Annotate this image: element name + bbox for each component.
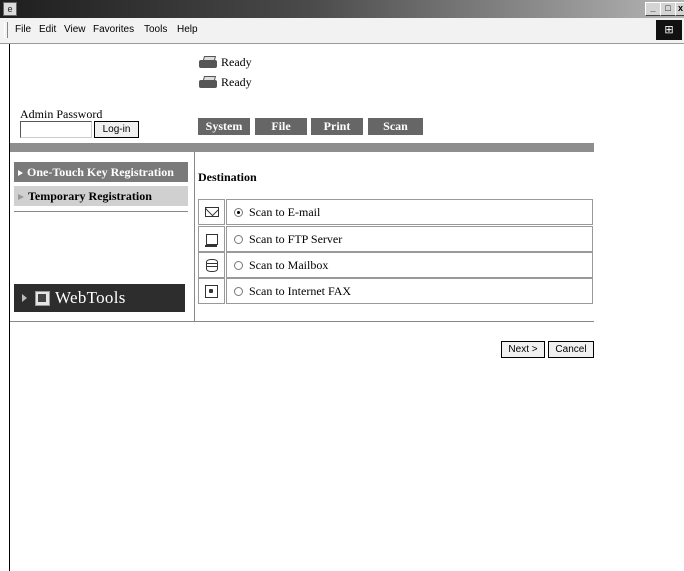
tab-file[interactable]: File (255, 118, 307, 135)
cancel-button[interactable]: Cancel (548, 341, 594, 358)
database-icon (198, 252, 225, 278)
computer-icon (198, 226, 225, 252)
sidebar-divider (14, 211, 188, 212)
arrow-right-icon (22, 294, 27, 302)
scanner-status-text: Ready (221, 74, 252, 89)
webtools-label: WebTools (55, 288, 126, 307)
scan-to-ftp-label: Scan to FTP Server (249, 231, 343, 246)
windows-logo-icon: ⊞ (656, 20, 682, 40)
webtools-logo-icon (35, 290, 50, 306)
sidebar-item-one-touch-key-registration[interactable]: One-Touch Key Registration (14, 162, 188, 182)
menu-help[interactable]: Help (177, 24, 198, 35)
tab-print[interactable]: Print (311, 118, 363, 135)
menu-favorites[interactable]: Favorites (93, 24, 134, 35)
sidebar-item-temporary-registration[interactable]: Temporary Registration (14, 186, 188, 206)
destination-title: Destination (198, 170, 257, 184)
envelope-icon (198, 199, 225, 225)
scan-to-email-label: Scan to E-mail (249, 204, 321, 219)
next-button[interactable]: Next > (501, 341, 545, 358)
destination-row-internet-fax: Scan to Internet FAX (198, 278, 594, 304)
maximize-button[interactable]: □ (660, 2, 676, 16)
title-bar: e _ □ x (0, 0, 684, 18)
content-divider (10, 321, 594, 322)
ie-icon: e (3, 2, 17, 16)
printer-status: Ready (198, 53, 252, 71)
scan-to-internet-fax-label: Scan to Internet FAX (249, 283, 352, 298)
window-left-border (9, 44, 10, 571)
scan-to-ftp-radio[interactable] (234, 234, 243, 244)
vertical-divider (194, 152, 195, 322)
menu-edit[interactable]: Edit (39, 24, 56, 35)
close-button[interactable]: x (675, 2, 684, 16)
menu-tools[interactable]: Tools (144, 24, 167, 35)
scan-to-email-radio[interactable] (234, 207, 243, 217)
scan-to-internet-fax-option[interactable]: Scan to Internet FAX (226, 278, 593, 304)
tab-scan[interactable]: Scan (368, 118, 423, 135)
admin-password-label: Admin Password (20, 107, 103, 121)
arrow-right-icon (18, 169, 23, 176)
printer-status-text: Ready (221, 54, 252, 69)
scan-to-email-option[interactable]: Scan to E-mail (226, 199, 593, 225)
webtools-banner[interactable]: WebTools (14, 284, 185, 312)
header-divider-band (10, 143, 594, 152)
scan-to-mailbox-option[interactable]: Scan to Mailbox (226, 252, 593, 278)
scan-to-mailbox-label: Scan to Mailbox (249, 257, 329, 272)
scanner-icon (198, 75, 218, 89)
sidebar-item-label: One-Touch Key Registration (27, 165, 174, 179)
destination-row-ftp: Scan to FTP Server (198, 226, 594, 252)
menu-bar: File Edit View Favorites Tools Help ⊞ (0, 18, 684, 44)
toolbar-grip (4, 22, 8, 38)
sidebar-item-label: Temporary Registration (28, 189, 152, 203)
tab-system[interactable]: System (198, 118, 250, 135)
scan-to-internet-fax-radio[interactable] (234, 286, 243, 296)
scan-to-mailbox-radio[interactable] (234, 260, 243, 270)
arrow-right-icon (18, 193, 24, 200)
admin-password-input[interactable] (20, 121, 92, 138)
fax-icon (198, 278, 225, 304)
destination-row-email: Scan to E-mail (198, 199, 594, 225)
login-button[interactable]: Log-in (94, 121, 139, 138)
destination-row-mailbox: Scan to Mailbox (198, 252, 594, 278)
printer-icon (198, 55, 218, 69)
scan-to-ftp-option[interactable]: Scan to FTP Server (226, 226, 593, 252)
scanner-status: Ready (198, 73, 252, 91)
minimize-button[interactable]: _ (645, 2, 661, 16)
menu-view[interactable]: View (64, 24, 86, 35)
menu-file[interactable]: File (15, 24, 31, 35)
